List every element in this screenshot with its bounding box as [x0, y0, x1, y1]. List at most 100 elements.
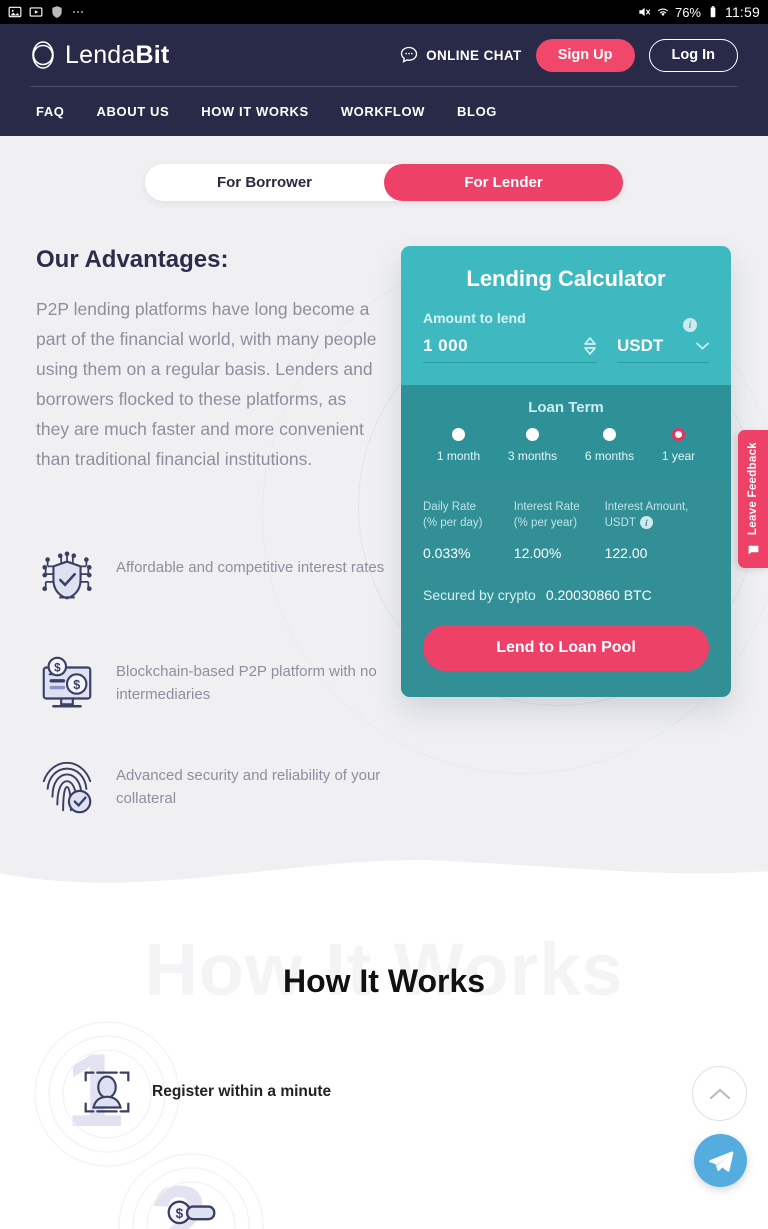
scroll-to-top-button[interactable] [692, 1066, 747, 1121]
advantage-label: Advanced security and reliability of you… [116, 767, 381, 807]
step-label: Register within a minute [152, 1083, 332, 1100]
audience-toggle: For Borrower For Lender [145, 164, 623, 201]
leave-feedback-tab[interactable]: Leave Feedback [738, 430, 768, 568]
header-actions: ONLINE CHAT Sign Up Log In [399, 38, 738, 72]
shield-check-circuit-icon [42, 551, 92, 600]
toggle-for-borrower[interactable]: For Borrower [145, 164, 384, 201]
how-it-works-step: 1 Register within a minute [34, 1021, 332, 1167]
rate-value: 0.033% [423, 545, 471, 561]
header-top-row: LendaBit ONLINE CHAT Sign Up Log In [0, 24, 768, 86]
lendabit-logo-icon [32, 41, 54, 69]
amount-field[interactable]: 1 000 [423, 336, 597, 363]
loan-term-options: 1 month 3 months 6 months 1 year [423, 428, 709, 463]
loan-term-option-1-month[interactable]: 1 month [437, 428, 480, 463]
image-icon [8, 6, 22, 18]
radio-icon[interactable] [525, 428, 539, 441]
chevron-down-icon[interactable] [696, 342, 709, 350]
nav-item-about-us[interactable]: ABOUT US [97, 104, 170, 119]
android-status-bar: 76% 11:59 [0, 0, 768, 24]
money-key-icon: $ [167, 1200, 216, 1225]
advantage-label: Blockchain-based P2P platform with no in… [116, 663, 377, 703]
sign-up-button[interactable]: Sign Up [535, 38, 635, 72]
advantages-paragraph: P2P lending platforms have long become a… [36, 299, 377, 469]
log-in-button[interactable]: Log In [648, 38, 738, 72]
mute-icon [639, 7, 651, 17]
hero-section: For Borrower For Lender Our Advantages: … [0, 136, 768, 901]
advantage-item: Advanced security and reliability of you… [36, 756, 386, 818]
svg-text:$: $ [73, 678, 80, 692]
stepper-updown-icon[interactable] [583, 336, 597, 356]
site-header: LendaBit ONLINE CHAT Sign Up Log In FAQ [0, 24, 768, 136]
rate-header: Daily Rate (% per day) [423, 499, 514, 531]
rate-header-line2: (% per year) [513, 517, 578, 529]
advantages-block: Our Advantages: P2P lending platforms ha… [36, 246, 381, 474]
nav-item-faq[interactable]: FAQ [36, 104, 65, 119]
calculator-rates-section: Daily Rate (% per day) 0.033% Interest R… [401, 481, 731, 603]
shield-icon [52, 6, 62, 18]
loan-term-title: Loan Term [528, 399, 604, 416]
logo[interactable]: LendaBit [30, 40, 169, 70]
nav-item-workflow[interactable]: WORKFLOW [341, 104, 425, 119]
loan-term-option-6-months[interactable]: 6 months [585, 428, 634, 463]
toggle-for-lender[interactable]: For Lender [384, 164, 623, 201]
telegram-icon [708, 1151, 733, 1172]
secured-label: Secured by crypto [423, 587, 536, 603]
chat-feedback-icon [748, 545, 758, 554]
rate-header-line2: (% per day) [423, 517, 483, 529]
video-icon [29, 7, 43, 17]
how-it-works-title: How It Works [282, 963, 486, 999]
svg-text:$: $ [176, 1206, 184, 1221]
app-screen: 76% 11:59 LendaBit ONLINE CHAT Sign Up L… [0, 0, 768, 1229]
rate-header-line1: Interest Rate [513, 501, 580, 513]
online-chat-button[interactable]: ONLINE CHAT [399, 45, 522, 65]
how-it-works-step: 2 $ [118, 1153, 264, 1229]
advantage-item: Affordable and competitive interest rate… [36, 548, 386, 610]
currency-value: USDT [617, 336, 664, 355]
loan-term-option-1-year[interactable]: 1 year [662, 428, 695, 463]
loan-term-section: Loan Term 1 month 3 months 6 months 1 ye… [401, 385, 731, 481]
loan-term-label: 3 months [507, 449, 558, 463]
rate-header-line2: USDT i [605, 515, 709, 531]
rate-column-daily: Daily Rate (% per day) 0.033% [423, 499, 514, 561]
loan-term-option-3-months[interactable]: 3 months [508, 428, 557, 463]
rates-grid: Daily Rate (% per day) 0.033% Interest R… [423, 499, 709, 561]
status-right-icons: 76% 11:59 [637, 4, 760, 20]
radio-icon[interactable] [602, 428, 616, 441]
rate-column-interest-amount: Interest Amount, USDT i 122.00 [605, 499, 709, 561]
face-scan-icon [84, 1071, 130, 1113]
telegram-button[interactable] [694, 1134, 747, 1187]
wave-divider [0, 860, 768, 901]
logo-text-light: Lenda [65, 40, 136, 69]
rate-value: 122.00 [604, 545, 648, 561]
currency-select[interactable]: USDT i [617, 318, 709, 363]
loan-term-label: 1 year [661, 449, 696, 463]
info-icon[interactable]: i [639, 516, 653, 530]
radio-icon-selected[interactable] [671, 428, 685, 441]
nav-item-how-it-works[interactable]: HOW IT WORKS [201, 104, 309, 119]
nav-item-blog[interactable]: BLOG [457, 104, 497, 119]
loan-term-label: 6 months [584, 449, 635, 463]
svg-text:$: $ [54, 661, 61, 674]
amount-to-lend-label: Amount to lend [423, 310, 526, 326]
calculator-cta-section: Lend to Loan Pool [401, 603, 731, 697]
info-icon[interactable]: i [683, 318, 697, 332]
rate-header: Interest Amount, USDT i [605, 499, 709, 531]
clock: 11:59 [725, 4, 760, 20]
advantage-label: Affordable and competitive interest rate… [116, 559, 385, 576]
status-left-icons [8, 5, 85, 19]
rate-header-line1: Daily Rate [423, 501, 477, 513]
amount-input-value[interactable]: 1 000 [423, 336, 543, 356]
battery-percent: 76% [674, 4, 701, 20]
rate-value: 12.00% [513, 545, 562, 561]
advantage-item: $ $ Blockchain-based P2P platform with n… [36, 652, 386, 714]
radio-icon[interactable] [451, 428, 465, 441]
loan-term-label: 1 month [436, 449, 481, 463]
logo-text-bold: Bit [135, 40, 170, 69]
lend-to-loan-pool-button[interactable]: Lend to Loan Pool [423, 625, 709, 671]
fingerprint-check-icon [42, 761, 92, 814]
main-nav: FAQ ABOUT US HOW IT WORKS WORKFLOW BLOG [0, 87, 768, 135]
rate-header-line2-text: USDT [604, 517, 636, 529]
lending-calculator-card: Lending Calculator Amount to lend 1 000 … [401, 246, 731, 697]
rate-header: Interest Rate (% per year) [514, 499, 605, 531]
advantages-list: Affordable and competitive interest rate… [36, 548, 386, 860]
